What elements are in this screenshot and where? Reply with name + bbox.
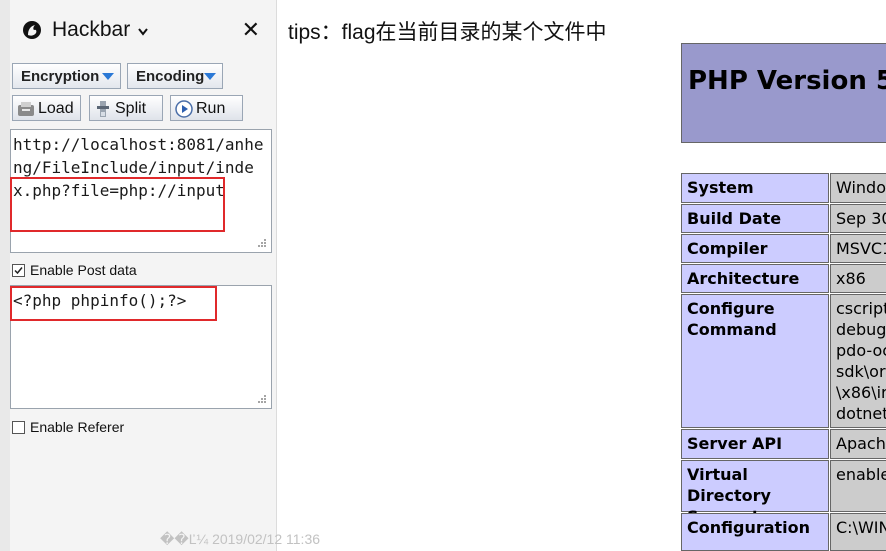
enable-post-row[interactable]: Enable Post data — [12, 262, 137, 278]
row-value: MSVC1 — [830, 234, 886, 263]
load-icon — [18, 102, 34, 116]
row-key: Compiler — [681, 234, 829, 263]
phpinfo-header: PHP Version 5.5 — [681, 43, 886, 143]
chevron-down-icon[interactable] — [138, 28, 148, 36]
split-button-label: Split — [115, 100, 147, 117]
table-row: Virtual Directory Support enable — [681, 460, 886, 526]
split-button[interactable]: Split — [89, 95, 163, 121]
hackbar-sidebar: Hackbar ✕ Encryption Encoding Load Split — [0, 0, 277, 551]
run-icon — [175, 100, 193, 118]
checkmark-icon — [14, 267, 23, 275]
hackbar-header: Hackbar ✕ — [10, 8, 274, 52]
row-value: enable — [830, 460, 886, 512]
table-row: Server API Apach — [681, 429, 886, 459]
hackbar-title[interactable]: Hackbar — [52, 18, 130, 42]
row-value: C:\WIN — [830, 513, 886, 551]
row-key: Architecture — [681, 264, 829, 293]
load-button[interactable]: Load — [12, 95, 81, 121]
run-button[interactable]: Run — [170, 95, 243, 121]
highlight-box-url — [10, 177, 225, 232]
table-row: Architecture x86 — [681, 264, 886, 293]
row-value: Sep 30 — [830, 204, 886, 233]
load-button-label: Load — [38, 100, 74, 117]
row-key: System — [681, 173, 829, 203]
table-row: System Windo — [681, 173, 886, 203]
split-icon — [97, 101, 109, 117]
row-key: Virtual Directory Support — [681, 460, 829, 526]
background-window-edge — [0, 0, 10, 551]
row-value: Windo — [830, 173, 886, 203]
enable-post-checkbox[interactable] — [12, 264, 25, 277]
enable-referer-row[interactable]: Enable Referer — [12, 419, 124, 435]
close-icon[interactable]: ✕ — [242, 18, 260, 43]
encryption-dropdown-label: Encryption — [21, 68, 100, 85]
table-row: Compiler MSVC1 — [681, 234, 886, 263]
resize-grip-icon[interactable] — [257, 238, 267, 248]
row-key: Configure Command — [681, 294, 829, 428]
enable-post-label: Enable Post data — [30, 262, 137, 278]
encryption-dropdown[interactable]: Encryption — [12, 63, 121, 89]
row-value: cscript debug pdo-oc sdk\or \x86\ir dotn… — [830, 294, 886, 428]
table-row: Build Date Sep 30 — [681, 204, 886, 233]
row-key: Configuration — [681, 513, 829, 551]
row-value: Apach — [830, 429, 886, 459]
table-row: Configuration C:\WIN — [681, 513, 886, 551]
encoding-dropdown-label: Encoding — [136, 68, 205, 85]
enable-referer-checkbox[interactable] — [12, 421, 25, 434]
row-key: Build Date — [681, 204, 829, 233]
resize-grip-icon[interactable] — [257, 394, 267, 404]
firefox-logo-icon — [23, 21, 41, 39]
table-row: Configure Command cscript debug pdo-oc s… — [681, 294, 886, 428]
dropdown-arrow-icon — [204, 73, 216, 80]
row-value: x86 — [830, 264, 886, 293]
row-key: Server API — [681, 429, 829, 459]
run-button-label: Run — [196, 100, 226, 117]
background-status-text: ��Ľ¼ 2019/02/12 11:36 — [160, 531, 321, 547]
encoding-dropdown[interactable]: Encoding — [127, 63, 223, 89]
highlight-box-post — [10, 286, 217, 321]
php-version-title: PHP Version 5.5 — [688, 66, 886, 96]
tips-text: tips：flag在当前目录的某个文件中 — [288, 21, 607, 44]
dropdown-arrow-icon — [102, 73, 114, 80]
enable-referer-label: Enable Referer — [30, 419, 125, 435]
